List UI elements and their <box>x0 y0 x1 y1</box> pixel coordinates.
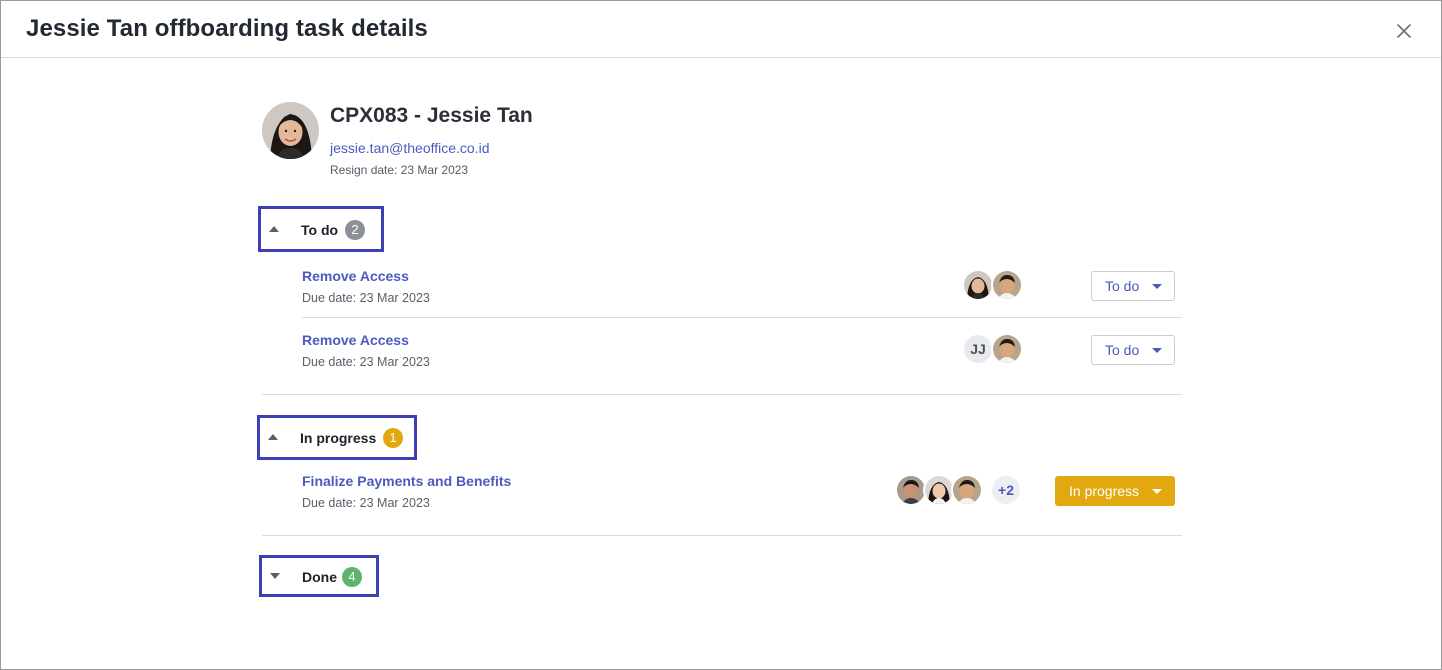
assignee-initials-avatar: JJ <box>962 333 994 365</box>
task-status-dropdown[interactable]: To do <box>1091 335 1175 365</box>
task-details-modal: Jessie Tan offboarding task details CPX0… <box>0 0 1442 670</box>
section-divider <box>262 394 1182 395</box>
section-divider <box>262 535 1182 536</box>
section-in-progress-label: In progress <box>300 430 377 446</box>
modal-title: Jessie Tan offboarding task details <box>26 15 428 42</box>
expand-caret-icon <box>270 573 280 579</box>
chevron-down-icon <box>1152 284 1162 289</box>
section-todo-header[interactable]: To do 2 <box>258 206 384 252</box>
section-todo-label: To do <box>301 222 339 238</box>
status-label: In progress <box>1069 483 1140 499</box>
task-due-date: Due date: 23 Mar 2023 <box>302 291 430 305</box>
task-status-dropdown[interactable]: In progress <box>1055 476 1175 506</box>
assignee-avatar <box>951 474 983 506</box>
modal-header: Jessie Tan offboarding task details <box>1 1 1441 58</box>
employee-avatar <box>262 102 319 159</box>
assignee-avatar <box>991 269 1023 301</box>
task-title[interactable]: Remove Access <box>302 332 409 348</box>
status-label: To do <box>1105 278 1140 294</box>
assignee-avatar <box>991 333 1023 365</box>
task-due-date: Due date: 23 Mar 2023 <box>302 496 430 510</box>
employee-name: CPX083 - Jessie Tan <box>330 104 533 127</box>
employee-email[interactable]: jessie.tan@theoffice.co.id <box>330 140 490 156</box>
section-in-progress-header[interactable]: In progress 1 <box>257 415 417 460</box>
section-in-progress-count: 1 <box>383 428 403 448</box>
section-done-label: Done <box>302 569 337 585</box>
collapse-caret-icon <box>268 434 278 440</box>
assignee-avatar <box>962 269 994 301</box>
task-title[interactable]: Finalize Payments and Benefits <box>302 473 511 489</box>
task-divider <box>302 317 1182 318</box>
chevron-down-icon <box>1152 489 1162 494</box>
task-title[interactable]: Remove Access <box>302 268 409 284</box>
collapse-caret-icon <box>269 226 279 232</box>
employee-resign-date: Resign date: 23 Mar 2023 <box>330 163 469 177</box>
chevron-down-icon <box>1152 348 1162 353</box>
status-label: To do <box>1105 342 1140 358</box>
task-status-dropdown[interactable]: To do <box>1091 271 1175 301</box>
task-due-date: Due date: 23 Mar 2023 <box>302 355 430 369</box>
more-assignees-badge[interactable]: +2 <box>990 474 1022 506</box>
section-done-header[interactable]: Done 4 <box>259 555 379 597</box>
section-todo-count: 2 <box>345 220 365 240</box>
section-done-count: 4 <box>342 567 362 587</box>
close-icon[interactable] <box>1392 19 1416 43</box>
